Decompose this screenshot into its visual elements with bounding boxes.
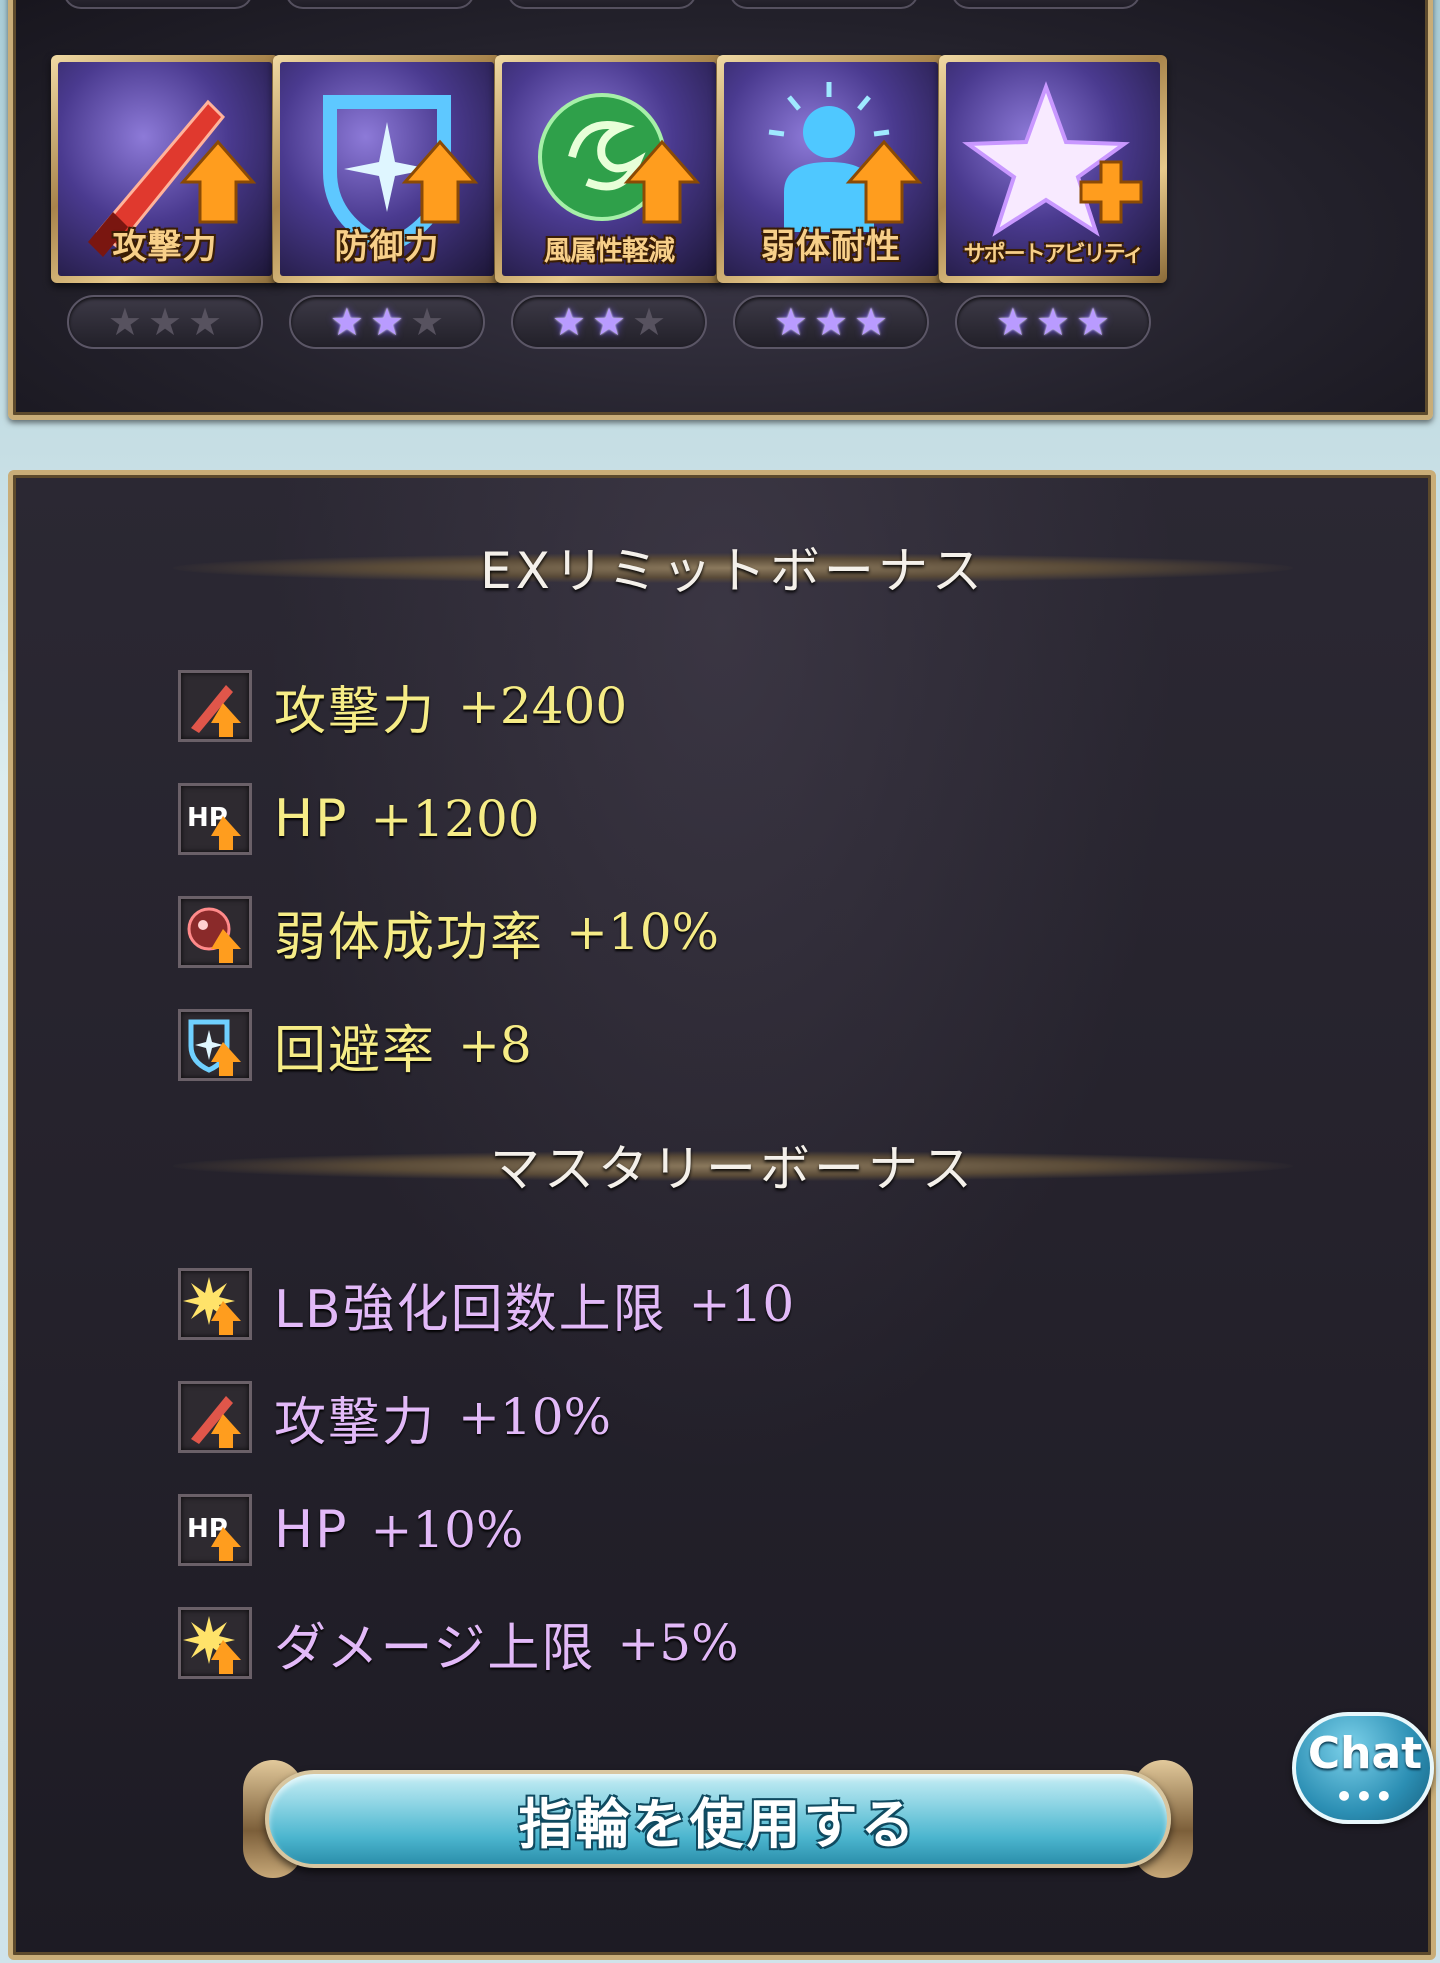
bonus-value: +8 bbox=[458, 1016, 532, 1074]
skill-art: 攻撃力 bbox=[58, 62, 272, 276]
section-title: マスタリーボーナス bbox=[490, 1140, 976, 1198]
bonus-name: ダメージ上限 bbox=[274, 1618, 596, 1679]
partial-star-pill: ★★★ bbox=[285, 0, 475, 9]
skill-debuff-resist[interactable]: 弱体耐性 ★ ★ ★ bbox=[717, 55, 945, 349]
star-icon: ★ bbox=[854, 300, 889, 344]
burst-up-icon bbox=[178, 1607, 252, 1679]
bonus-value: +10% bbox=[458, 1388, 612, 1446]
star-icon: ★ bbox=[632, 300, 667, 344]
chat-button[interactable]: Chat ••• bbox=[1292, 1712, 1438, 1832]
star-icon: ★ bbox=[591, 300, 627, 344]
star-icon: ★ bbox=[1035, 300, 1071, 344]
skill-art: 弱体耐性 bbox=[724, 62, 938, 276]
bonus-row: HP HP +1200 bbox=[178, 781, 540, 857]
ring-detail-screen: ★★★ ★★★ ★★★ ★★★ ★★★ 攻撃力 ★ ★ bbox=[0, 0, 1440, 1963]
star-rating: ★ ★ ★ bbox=[289, 295, 485, 349]
burst-up-icon bbox=[178, 1268, 252, 1340]
partial-star-pill: ★★★ bbox=[63, 0, 253, 9]
star-icon: ★ bbox=[410, 300, 445, 344]
skill-frame: 風属性軽減 bbox=[495, 55, 723, 283]
bonus-name: 攻撃力 bbox=[274, 1392, 437, 1453]
bonus-row: 回避率 +8 bbox=[178, 1007, 532, 1083]
skill-frame: 防御力 bbox=[273, 55, 501, 283]
bonus-name: 回避率 bbox=[274, 1020, 437, 1081]
sword-up-icon bbox=[178, 670, 252, 742]
star-icon: ★ bbox=[147, 300, 183, 344]
skill-defense[interactable]: 防御力 ★ ★ ★ bbox=[273, 55, 501, 349]
mastery-header: マスタリーボーナス bbox=[173, 1133, 1293, 1198]
star-icon: ★ bbox=[107, 300, 142, 344]
bonus-value: +10% bbox=[370, 1501, 524, 1559]
skill-attack[interactable]: 攻撃力 ★ ★ ★ bbox=[51, 55, 279, 349]
partial-star-pill: ★★★ bbox=[729, 0, 919, 9]
star-icon: ★ bbox=[995, 300, 1030, 344]
bonus-name: 弱体成功率 bbox=[274, 907, 545, 968]
skill-label: サポートアビリティ bbox=[963, 242, 1145, 267]
skill-frame: サポートアビリティ bbox=[939, 55, 1167, 283]
bonus-value: +1200 bbox=[370, 790, 540, 848]
button-label: 指輪を使用する bbox=[518, 1792, 918, 1856]
evasion-up-icon bbox=[178, 1009, 252, 1081]
bonus-row: 弱体成功率 +10% bbox=[178, 894, 719, 970]
partial-star-pill: ★★★ bbox=[951, 0, 1141, 9]
star-rating: ★ ★ ★ bbox=[511, 295, 707, 349]
skill-wind-resist[interactable]: 風属性軽減 ★ ★ ★ bbox=[495, 55, 723, 349]
star-rating: ★ ★ ★ bbox=[67, 295, 263, 349]
skill-label: 防御力 bbox=[334, 227, 440, 267]
skill-label: 攻撃力 bbox=[112, 227, 218, 267]
bonus-panel: EXリミットボーナス 攻撃力 +2400 HP HP +1200 弱体成功率 +… bbox=[8, 470, 1436, 1960]
ex-limit-header: EXリミットボーナス bbox=[173, 535, 1293, 600]
bonus-name: HP bbox=[274, 789, 349, 849]
chat-dots: ••• bbox=[1335, 1780, 1395, 1813]
star-icon: ★ bbox=[773, 300, 808, 344]
use-ring-button[interactable]: 指輪を使用する bbox=[243, 1760, 1193, 1878]
skill-label: 風属性軽減 bbox=[544, 236, 675, 267]
bonus-row: LB強化回数上限 +10 bbox=[178, 1266, 794, 1342]
bonus-value: +10 bbox=[688, 1275, 795, 1333]
bonus-value: +5% bbox=[617, 1614, 739, 1672]
bonus-row: ダメージ上限 +5% bbox=[178, 1605, 739, 1681]
skill-art: 風属性軽減 bbox=[502, 62, 716, 276]
skill-support-ability[interactable]: サポートアビリティ ★ ★ ★ bbox=[939, 55, 1167, 349]
star-rating: ★ ★ ★ bbox=[733, 295, 929, 349]
star-icon: ★ bbox=[369, 300, 405, 344]
chat-label: Chat bbox=[1307, 1728, 1423, 1779]
star-icon: ★ bbox=[188, 300, 223, 344]
button-body: 指輪を使用する bbox=[265, 1770, 1171, 1868]
star-icon: ★ bbox=[329, 300, 364, 344]
hp-up-icon: HP bbox=[178, 1494, 252, 1566]
bonus-row: 攻撃力 +2400 bbox=[178, 668, 627, 744]
bonus-name: LB強化回数上限 bbox=[274, 1279, 667, 1340]
star-icon: ★ bbox=[551, 300, 586, 344]
skill-art: 防御力 bbox=[280, 62, 494, 276]
bonus-row: HP HP +10% bbox=[178, 1492, 524, 1568]
skill-frame: 弱体耐性 bbox=[717, 55, 945, 283]
bonus-row: 攻撃力 +10% bbox=[178, 1379, 611, 1455]
bonus-value: +10% bbox=[566, 903, 720, 961]
limit-skill-panel: ★★★ ★★★ ★★★ ★★★ ★★★ 攻撃力 ★ ★ bbox=[8, 0, 1433, 420]
debuff-rate-up-icon bbox=[178, 896, 252, 968]
skill-art: サポートアビリティ bbox=[946, 62, 1160, 276]
star-icon: ★ bbox=[813, 300, 849, 344]
star-rating: ★ ★ ★ bbox=[955, 295, 1151, 349]
sword-up-icon bbox=[178, 1381, 252, 1453]
bonus-name: HP bbox=[274, 1500, 349, 1560]
hp-up-icon: HP bbox=[178, 783, 252, 855]
star-icon: ★ bbox=[1076, 300, 1111, 344]
skill-label: 弱体耐性 bbox=[761, 227, 901, 267]
section-title: EXリミットボーナス bbox=[480, 542, 986, 600]
bonus-name: 攻撃力 bbox=[274, 681, 437, 742]
partial-star-pill: ★★★ bbox=[507, 0, 697, 9]
bonus-value: +2400 bbox=[458, 677, 628, 735]
partial-star-row: ★★★ ★★★ ★★★ ★★★ ★★★ bbox=[13, 0, 1428, 11]
skill-frame: 攻撃力 bbox=[51, 55, 279, 283]
